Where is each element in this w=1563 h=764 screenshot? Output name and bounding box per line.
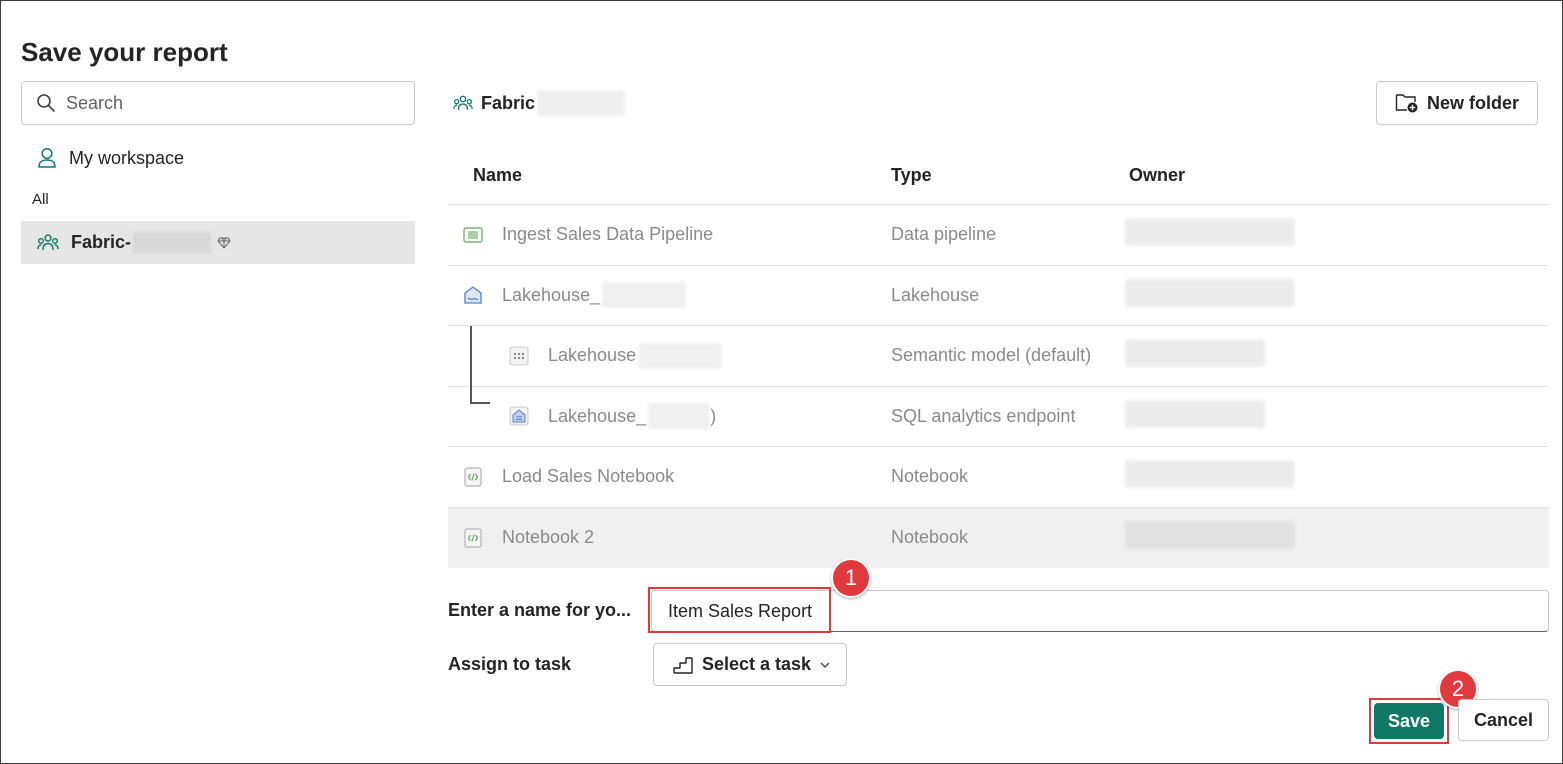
item-type: SQL analytics endpoint xyxy=(891,405,1076,426)
table-header: Name Type Owner xyxy=(448,147,1549,205)
table-row-selected[interactable]: Notebook 2 Notebook xyxy=(448,507,1549,568)
column-header-type[interactable]: Type xyxy=(891,165,1129,186)
table-row[interactable]: Lakehouse_ ) SQL analytics endpoint xyxy=(448,387,1549,447)
item-name: Lakehouse xyxy=(548,345,637,366)
sidebar-item-my-workspace[interactable]: My workspace xyxy=(37,144,184,172)
notebook-icon xyxy=(462,527,484,549)
redacted-text xyxy=(638,342,723,369)
redacted-text xyxy=(133,231,212,254)
table-row[interactable]: Load Sales Notebook Notebook xyxy=(448,447,1549,508)
annotation-badge-step-1: 1 xyxy=(831,558,871,598)
annotation-highlight-save-button xyxy=(1369,698,1449,744)
select-task-label: Select a task xyxy=(702,654,812,674)
redacted-owner xyxy=(1125,460,1295,489)
item-type: Notebook xyxy=(891,527,969,548)
my-workspace-label: My workspace xyxy=(69,147,185,168)
item-name: Load Sales Notebook xyxy=(502,466,675,487)
table-row[interactable]: Lakehouse_ Lakehouse xyxy=(448,266,1549,326)
premium-diamond-icon xyxy=(217,237,231,249)
task-steps-icon xyxy=(673,656,693,674)
lakehouse-icon xyxy=(462,284,484,306)
items-table: Name Type Owner Ingest Sales Data Pipeli… xyxy=(448,147,1549,568)
semantic-model-icon xyxy=(508,345,530,367)
report-name-label: Enter a name for yo... xyxy=(448,600,632,620)
sidebar-item-fabric-workspace[interactable]: Fabric- xyxy=(21,221,415,264)
column-header-name[interactable]: Name xyxy=(448,165,891,186)
cancel-button[interactable]: Cancel xyxy=(1458,699,1549,741)
item-name-suffix: ) xyxy=(710,405,717,426)
notebook-icon xyxy=(462,466,484,488)
item-type: Semantic model (default) xyxy=(891,345,1092,366)
item-type: Data pipeline xyxy=(891,224,997,245)
table-row[interactable]: Lakehouse Semantic model (default) xyxy=(448,326,1549,404)
redacted-owner xyxy=(1125,278,1295,307)
select-task-dropdown[interactable]: Select a task xyxy=(653,643,847,686)
chevron-down-icon xyxy=(820,662,830,668)
redacted-text xyxy=(602,282,687,309)
breadcrumb-workspace: Fabric xyxy=(481,92,536,113)
item-name: Lakehouse_ xyxy=(548,405,647,426)
sql-endpoint-icon xyxy=(508,405,530,427)
item-name: Lakehouse_ xyxy=(502,284,601,305)
redacted-owner xyxy=(1125,339,1265,368)
redacted-text xyxy=(537,90,626,116)
new-folder-button[interactable]: New folder xyxy=(1376,81,1538,125)
redacted-text xyxy=(648,403,711,430)
item-type: Lakehouse xyxy=(891,284,980,305)
folder-add-icon xyxy=(1395,94,1418,113)
breadcrumb: Fabric xyxy=(453,89,626,117)
item-name: Ingest Sales Data Pipeline xyxy=(502,224,714,245)
search-placeholder: Search xyxy=(66,92,124,113)
column-header-owner[interactable]: Owner xyxy=(1129,165,1549,186)
workspace-group-icon xyxy=(453,95,473,110)
annotation-highlight-name-field xyxy=(648,587,831,633)
assign-task-label: Assign to task xyxy=(448,654,572,674)
redacted-owner xyxy=(1125,399,1265,428)
redacted-owner xyxy=(1125,521,1295,550)
item-name: Notebook 2 xyxy=(502,527,595,548)
search-icon xyxy=(37,94,55,112)
save-report-dialog: Save your report Search My workspace All… xyxy=(0,0,1563,764)
section-label-all: All xyxy=(32,191,49,208)
workspace-group-icon xyxy=(37,233,59,250)
item-type: Notebook xyxy=(891,466,969,487)
workspace-name: Fabric- xyxy=(71,232,132,252)
redacted-owner xyxy=(1125,218,1295,247)
pipeline-icon xyxy=(462,224,484,246)
table-row[interactable]: Ingest Sales Data Pipeline Data pipeline xyxy=(448,205,1549,266)
person-icon xyxy=(38,147,56,168)
new-folder-label: New folder xyxy=(1426,92,1519,113)
search-input[interactable]: Search xyxy=(21,81,415,125)
dialog-title: Save your report xyxy=(21,37,228,67)
